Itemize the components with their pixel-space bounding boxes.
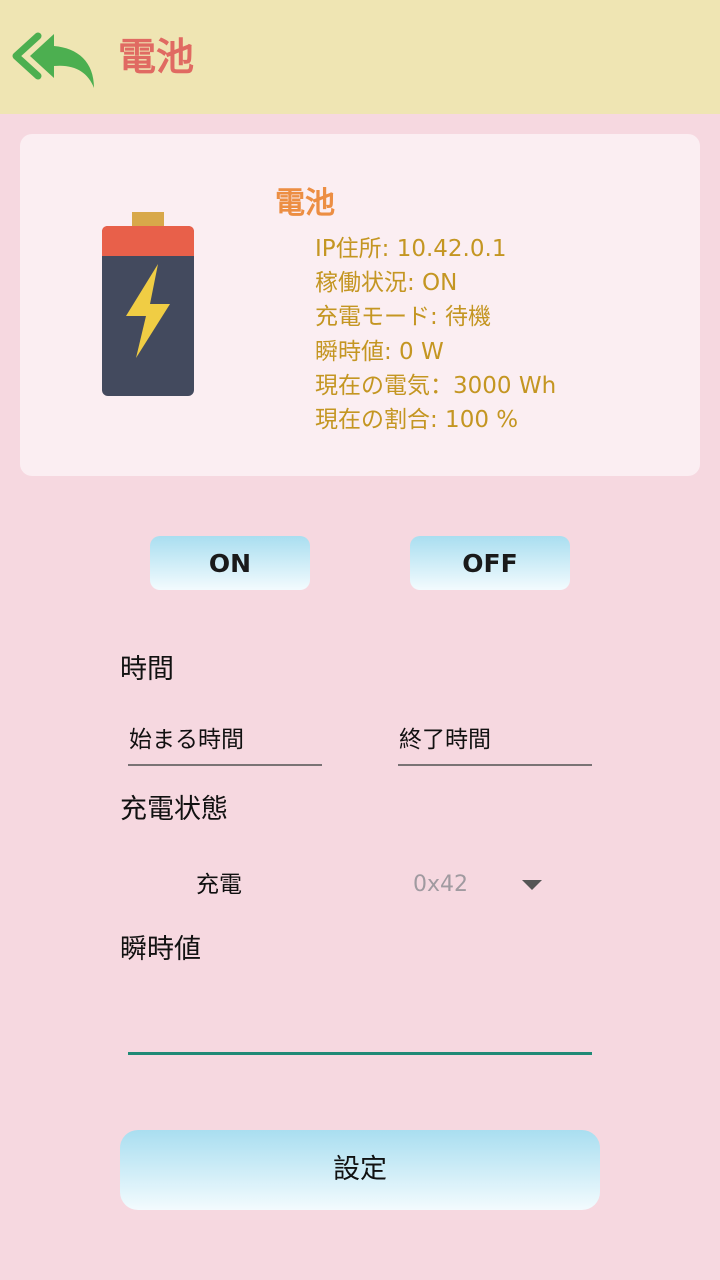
power-on-button[interactable]: ON (150, 536, 310, 590)
charge-state-selected-value: 0x42 (413, 872, 469, 897)
back-button[interactable] (8, 28, 104, 94)
charge-mode-text: 充電モード: 待機 (315, 304, 492, 331)
current-energy-text: 現在の電気：3000 Wh (315, 372, 557, 399)
back-arrow-icon (12, 32, 94, 88)
charge-state-label: 充電状態 (120, 794, 228, 825)
power-off-button[interactable]: OFF (410, 536, 570, 590)
current-percentage-text: 現在の割合: 100 % (315, 407, 519, 434)
operation-status-text: 稼働状況: ON (315, 270, 458, 297)
ip-address-text: IP住所: 10.42.0.1 (315, 236, 507, 262)
start-time-placeholder: 始まる時間 (129, 727, 244, 753)
charge-field-label: 充電 (196, 872, 242, 898)
instant-value-label: 瞬時値 (120, 934, 201, 965)
app-header: 電池 (0, 0, 720, 114)
time-section-label: 時間 (120, 654, 174, 685)
instant-value-input[interactable] (128, 1004, 592, 1055)
device-title: 電池 (275, 186, 335, 221)
instant-value-text: 瞬時値: 0 W (315, 338, 444, 365)
page-title: 電池 (118, 35, 195, 79)
start-time-input[interactable]: 始まる時間 (128, 722, 322, 766)
device-info-card: 電池 IP住所: 10.42.0.1 稼働状況: ON 充電モード: 待機 瞬時… (20, 134, 700, 476)
charge-state-select[interactable]: 0x42 (400, 862, 560, 908)
set-button[interactable]: 設定 (120, 1130, 600, 1210)
end-time-input[interactable]: 終了時間 (398, 722, 592, 766)
dropdown-arrow-icon (522, 880, 542, 890)
device-info-list: IP住所: 10.42.0.1 稼働状況: ON 充電モード: 待機 瞬時値: … (315, 232, 556, 437)
end-time-placeholder: 終了時間 (399, 727, 491, 753)
battery-charging-icon (102, 212, 194, 396)
